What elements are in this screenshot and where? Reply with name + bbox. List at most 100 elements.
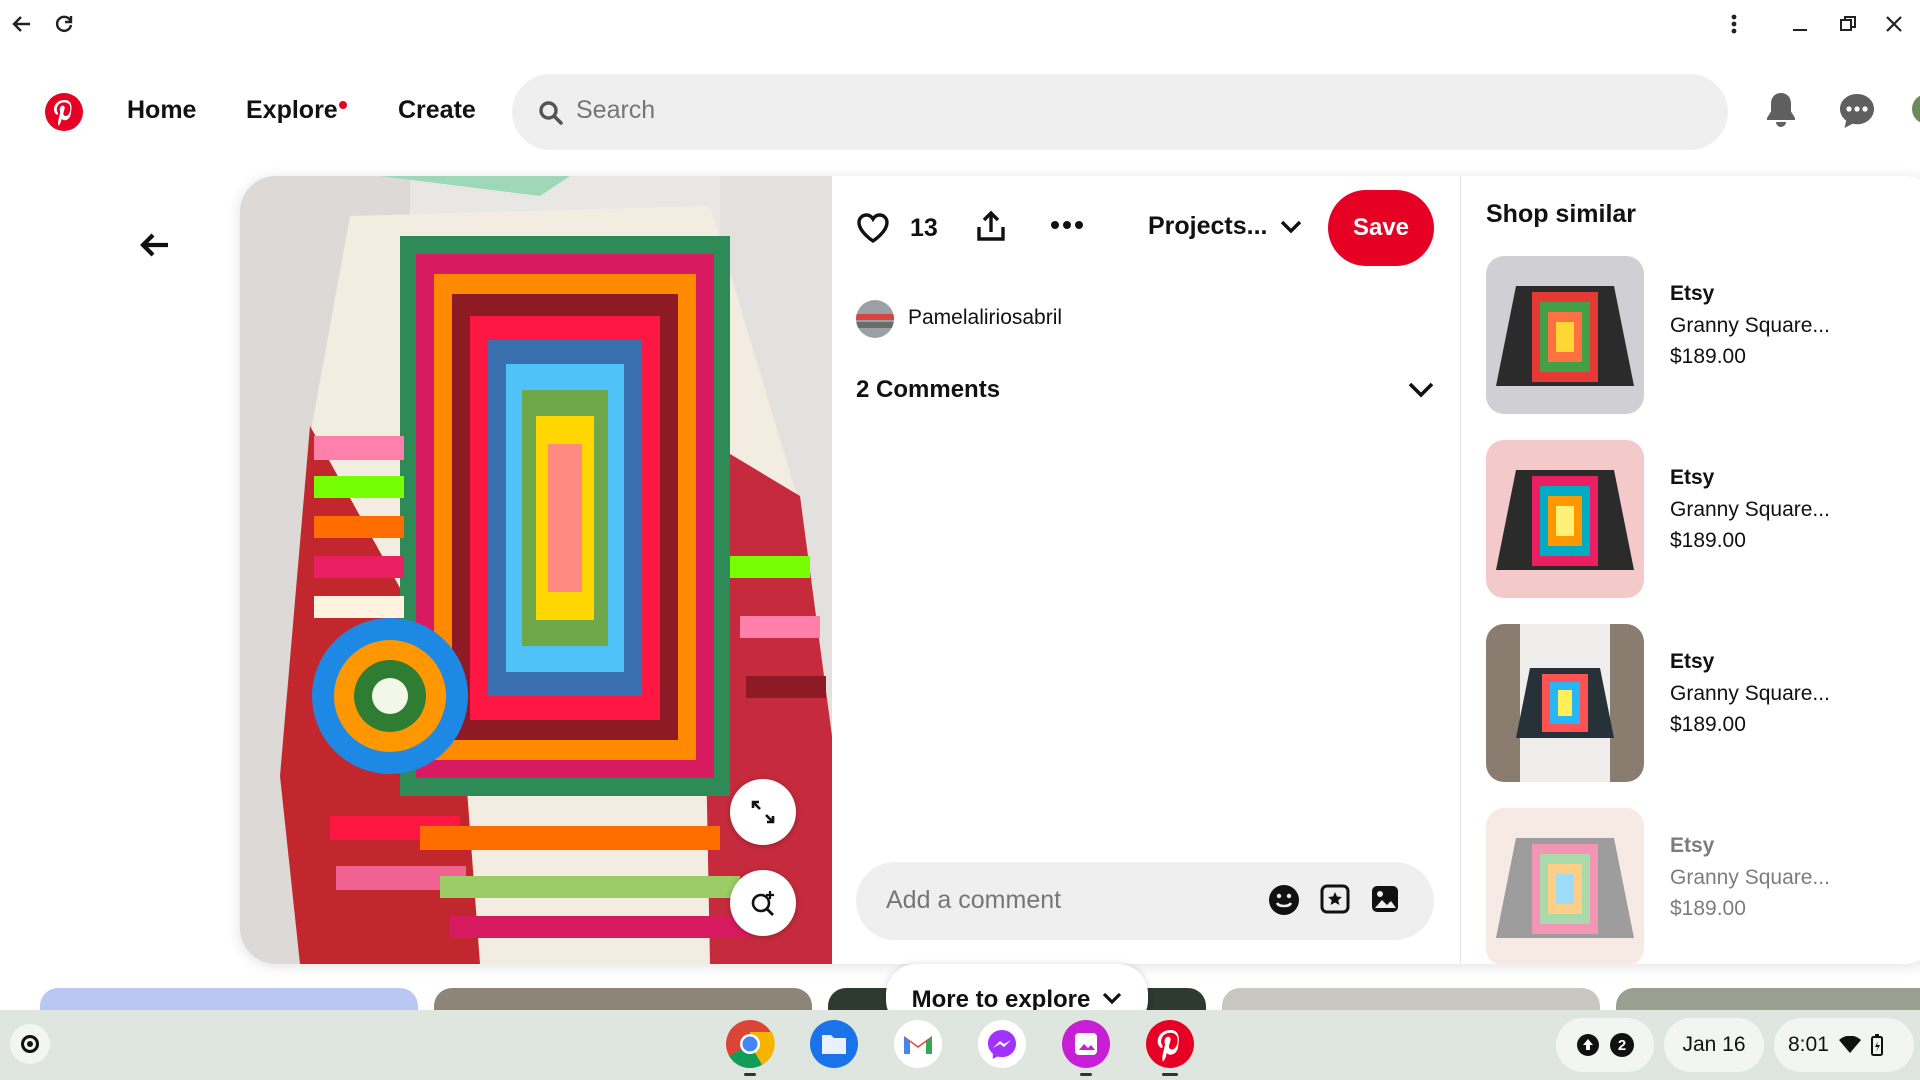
shop-product-price: $189.00 — [1670, 897, 1746, 920]
notifications-button[interactable] — [1762, 90, 1800, 130]
chrome-icon — [726, 1020, 775, 1069]
shop-product-name: Granny Square... — [1670, 314, 1830, 337]
date-display[interactable]: Jan 16 — [1664, 1018, 1764, 1072]
avatar[interactable] — [856, 300, 894, 338]
battery-icon — [1870, 1034, 1883, 1056]
shop-product-name: Granny Square... — [1670, 682, 1830, 705]
browser-menu-button[interactable] — [1718, 8, 1750, 40]
emoji-button[interactable] — [1268, 884, 1300, 916]
comments-header[interactable]: 2 Comments — [856, 376, 1000, 404]
sweater-thumbnail-image — [1486, 256, 1644, 414]
shop-product-name: Granny Square... — [1670, 866, 1830, 889]
back-button[interactable] — [6, 8, 38, 40]
messenger-icon — [978, 1020, 1026, 1068]
sticker-button[interactable] — [1320, 884, 1350, 914]
search-bar[interactable]: Search — [512, 74, 1728, 150]
os-shelf: 2 Jan 16 8:01 — [0, 1010, 1920, 1080]
comment-input-box[interactable]: Add a comment — [856, 862, 1434, 940]
comments-toggle-button[interactable] — [1408, 382, 1434, 398]
product-thumbnail — [1486, 808, 1644, 964]
chevron-down-icon — [1408, 382, 1434, 398]
more-options-button[interactable] — [1050, 220, 1084, 230]
save-button[interactable]: Save — [1328, 190, 1434, 266]
close-pin-button[interactable] — [138, 228, 172, 262]
author-name[interactable]: Pamelaliriosabril — [908, 306, 1062, 330]
status-area[interactable]: 8:01 — [1774, 1018, 1914, 1072]
sweater-thumbnail-image — [1486, 624, 1644, 782]
panel-divider — [1460, 176, 1461, 964]
search-icon — [539, 101, 563, 125]
wifi-icon — [1838, 1036, 1861, 1053]
restore-button[interactable] — [1832, 8, 1864, 40]
expand-icon — [751, 800, 775, 824]
close-button[interactable] — [1878, 8, 1910, 40]
shop-product-price: $189.00 — [1670, 713, 1746, 736]
pin-image[interactable] — [240, 176, 832, 964]
board-selector[interactable]: Projects... — [1148, 212, 1302, 241]
files-app[interactable] — [808, 1018, 860, 1070]
gmail-app[interactable] — [892, 1018, 944, 1070]
granny-square-sweater-photo — [240, 176, 832, 964]
pin-card: 13 Projects... Save Pamelaliriosabril 2 … — [240, 176, 1920, 964]
shop-item[interactable]: Etsy Granny Square... $189.00 — [1486, 624, 1920, 784]
reload-button[interactable] — [48, 8, 80, 40]
explore-thumbnail[interactable] — [40, 988, 418, 1010]
shop-product-price: $189.00 — [1670, 529, 1746, 552]
shop-product-name: Granny Square... — [1670, 498, 1830, 521]
shop-product-price: $189.00 — [1670, 345, 1746, 368]
shop-item[interactable]: Etsy Granny Square... $189.00 — [1486, 256, 1920, 416]
photo-upload-button[interactable] — [1370, 884, 1400, 914]
explore-thumbnail[interactable] — [1616, 988, 1920, 1010]
product-thumbnail — [1486, 256, 1644, 414]
nav-explore[interactable]: Explore — [246, 96, 338, 125]
search-input[interactable]: Search — [576, 96, 655, 125]
gallery-app[interactable] — [1060, 1018, 1112, 1076]
messenger-app[interactable] — [976, 1018, 1028, 1070]
gallery-icon — [1062, 1020, 1110, 1068]
pinterest-app[interactable] — [1144, 1018, 1196, 1076]
minimize-button[interactable] — [1784, 8, 1816, 40]
visual-search-button[interactable] — [730, 870, 796, 936]
author-avatar-image — [856, 300, 894, 338]
product-thumbnail — [1486, 440, 1644, 598]
arrow-left-icon — [140, 233, 168, 257]
pinterest-icon — [1146, 1020, 1194, 1068]
share-button[interactable] — [976, 210, 1006, 242]
minimize-icon — [1793, 29, 1807, 31]
chrome-app[interactable] — [724, 1018, 776, 1076]
board-label: Projects... — [1148, 212, 1268, 240]
kebab-menu-icon — [1731, 14, 1737, 34]
heart-icon — [857, 213, 889, 244]
upload-icon — [1577, 1034, 1599, 1056]
bell-icon — [1767, 93, 1795, 127]
comment-input[interactable]: Add a comment — [886, 886, 1061, 915]
lens-search-icon — [751, 891, 774, 916]
messages-button[interactable] — [1838, 92, 1876, 130]
shop-store-name: Etsy — [1670, 650, 1715, 673]
nav-create[interactable]: Create — [398, 96, 476, 125]
browser-toolbar — [0, 0, 1920, 48]
product-thumbnail — [1486, 624, 1644, 782]
shop-item[interactable]: Etsy Granny Square... $189.00 — [1486, 808, 1920, 964]
shop-item[interactable]: Etsy Granny Square... $189.00 — [1486, 440, 1920, 600]
like-button[interactable] — [856, 212, 890, 244]
active-indicator — [1162, 1073, 1178, 1076]
sticker-icon — [1320, 884, 1350, 914]
reload-icon — [55, 15, 73, 32]
running-indicator — [1080, 1073, 1092, 1076]
pinterest-logo[interactable] — [44, 92, 84, 132]
shop-store-name: Etsy — [1670, 834, 1715, 857]
notification-tray[interactable]: 2 — [1556, 1018, 1654, 1072]
explore-thumbnail[interactable] — [434, 988, 812, 1010]
sweater-thumbnail-image — [1486, 440, 1644, 598]
shop-store-name: Etsy — [1670, 282, 1715, 305]
launcher-button[interactable] — [10, 1024, 50, 1064]
shop-similar-title: Shop similar — [1486, 200, 1637, 228]
explore-thumbnail[interactable] — [1222, 988, 1600, 1010]
like-count: 13 — [910, 214, 938, 242]
expand-image-button[interactable] — [730, 779, 796, 845]
notification-count-badge: 2 — [1610, 1033, 1634, 1057]
explore-notification-dot — [339, 101, 347, 109]
shop-store-name: Etsy — [1670, 466, 1715, 489]
nav-home[interactable]: Home — [127, 96, 196, 125]
